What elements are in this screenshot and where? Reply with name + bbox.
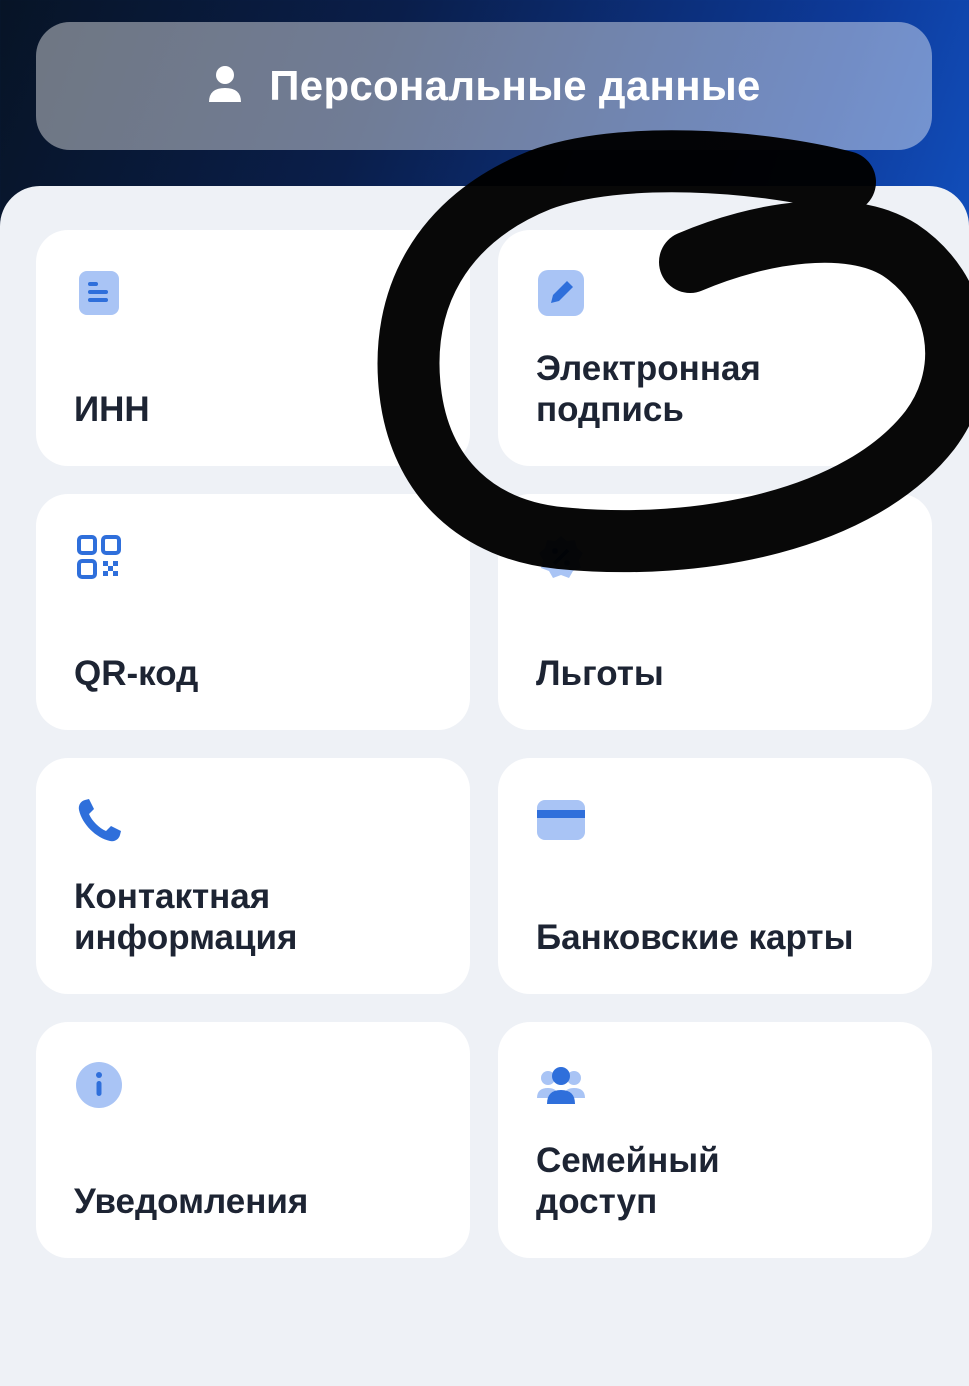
qr-code-icon	[74, 532, 124, 582]
tile-inn[interactable]: ИНН	[36, 230, 470, 466]
tile-label: QR-код	[74, 654, 199, 693]
document-icon	[74, 268, 124, 318]
tile-label: Контактная информация	[74, 877, 298, 957]
tile-bank-cards[interactable]: Банковские карты	[498, 758, 932, 994]
tile-label: Льготы	[536, 654, 664, 693]
phone-icon	[74, 796, 124, 846]
personal-data-button[interactable]: Персональные данные	[36, 22, 932, 150]
pencil-icon	[536, 268, 586, 318]
tile-label: Семейный доступ	[536, 1141, 720, 1221]
tile-qr-code[interactable]: QR-код	[36, 494, 470, 730]
tile-e-signature[interactable]: Электронная подпись	[498, 230, 932, 466]
tile-label: Электронная подпись	[536, 349, 761, 429]
bank-card-icon	[536, 796, 586, 846]
info-icon	[74, 1060, 124, 1110]
tile-label: Банковские карты	[536, 918, 854, 957]
header-title: Персональные данные	[269, 62, 761, 109]
tile-family-access[interactable]: Семейный доступ	[498, 1022, 932, 1258]
discount-badge-icon	[536, 532, 586, 582]
tile-benefits[interactable]: Льготы	[498, 494, 932, 730]
tile-label: ИНН	[74, 390, 150, 429]
family-icon	[536, 1060, 586, 1110]
person-icon	[207, 64, 243, 109]
tile-contact-info[interactable]: Контактная информация	[36, 758, 470, 994]
tile-label: Уведомления	[74, 1182, 309, 1221]
tile-notifications[interactable]: Уведомления	[36, 1022, 470, 1258]
